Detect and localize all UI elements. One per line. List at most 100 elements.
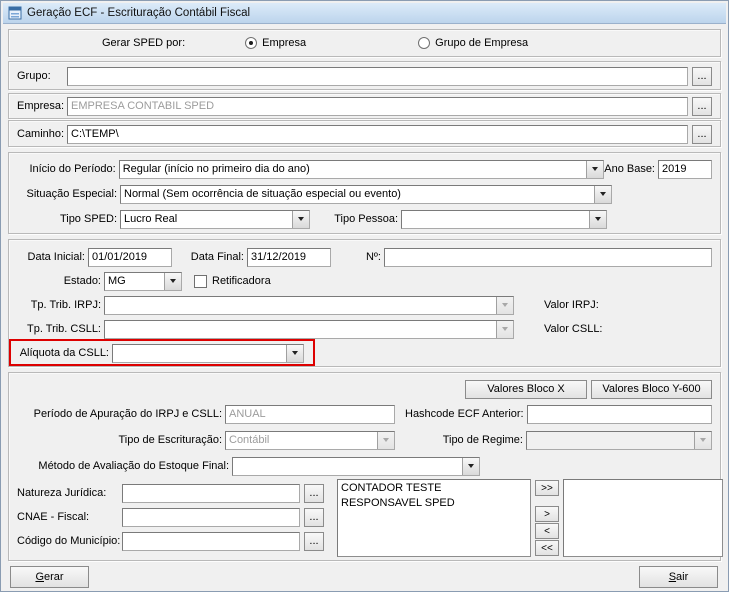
chevron-down-icon: [383, 438, 389, 442]
empresa-input[interactable]: [67, 96, 688, 116]
tp-trib-csll-value: [105, 321, 496, 338]
chevron-down-icon: [502, 327, 508, 331]
radio-empresa[interactable]: [245, 37, 258, 49]
tp-trib-irpj-select[interactable]: [104, 295, 514, 315]
tipo-escrituracao-drop-button[interactable]: [377, 431, 394, 449]
municipio-input[interactable]: [122, 531, 300, 551]
transfer-one-right-button[interactable]: >: [535, 506, 559, 522]
list-item[interactable]: CONTADOR TESTE: [339, 481, 529, 496]
aliquota-csll-select[interactable]: [112, 343, 304, 363]
natureza-juridica-label: Natureza Jurídica:: [17, 487, 107, 499]
tp-trib-csll-label: Tp. Trib. CSLL:: [27, 323, 101, 335]
tp-trib-csll-drop-button[interactable]: [496, 320, 513, 338]
responsaveis-selecionados-list[interactable]: [563, 479, 723, 557]
inicio-periodo-select[interactable]: Regular (início no primeiro dia do ano): [118, 159, 605, 179]
chevron-down-icon: [292, 351, 298, 355]
tipo-sped-drop-button[interactable]: [292, 210, 309, 228]
empresa-browse-button[interactable]: ...: [692, 96, 712, 116]
radio-grupo-de-empresa[interactable]: [418, 37, 431, 49]
chevron-down-icon: [502, 303, 508, 307]
aliquota-csll-label: Alíquota da CSLL:: [19, 347, 109, 359]
situacao-especial-select[interactable]: Normal (Sem ocorrência de situação espec…: [120, 184, 612, 204]
gerar-button-label: Gerar: [35, 571, 64, 583]
responsaveis-list[interactable]: CONTADOR TESTE RESPONSAVEL SPED: [337, 479, 531, 557]
chevron-down-icon: [468, 464, 474, 468]
retificadora-checkbox[interactable]: [194, 274, 207, 288]
data-final-label: Data Final:: [190, 251, 244, 263]
municipio-browse-button[interactable]: ...: [304, 531, 324, 551]
cnae-input[interactable]: [122, 507, 300, 527]
municipio-label: Código do Município:: [17, 535, 121, 547]
cnae-row: CNAE - Fiscal: ...: [17, 507, 332, 527]
data-final-input[interactable]: [247, 247, 331, 267]
metodo-estoque-select[interactable]: [232, 456, 480, 476]
tipo-pessoa-drop-button[interactable]: [589, 210, 606, 228]
section-grupo: Grupo: ...: [8, 61, 721, 90]
section-gerar-sped-por: Gerar SPED por: Empresa Grupo de Empresa: [8, 29, 721, 57]
hashcode-input[interactable]: [526, 404, 712, 424]
tp-trib-irpj-label: Tp. Trib. IRPJ:: [30, 299, 101, 311]
periodo-apuracao-label: Período de Apuração do IRPJ e CSLL:: [33, 408, 222, 420]
caminho-input[interactable]: [67, 124, 688, 144]
tp-trib-irpj-row: Tp. Trib. IRPJ: Valor IRPJ:: [17, 295, 712, 315]
caminho-label: Caminho:: [17, 128, 65, 140]
valores-bloco-row: Valores Bloco X Valores Bloco Y-600: [17, 379, 712, 399]
estado-drop-button[interactable]: [164, 272, 181, 290]
tipo-sped-row: Tipo SPED: Lucro Real Tipo Pessoa:: [17, 209, 712, 229]
gerar-sped-por-label: Gerar SPED por:: [102, 37, 186, 49]
metodo-estoque-drop-button[interactable]: [462, 457, 479, 475]
section-periodo: Início do Período: Regular (início no pr…: [8, 152, 721, 234]
empresa-row: Empresa: ...: [17, 96, 712, 116]
natureza-juridica-browse-button[interactable]: ...: [304, 483, 324, 503]
transfer-all-left-button[interactable]: <<: [535, 540, 559, 556]
radio-empresa-label: Empresa: [262, 37, 307, 49]
tp-trib-csll-select[interactable]: [104, 319, 514, 339]
ano-base-input[interactable]: [658, 159, 712, 179]
transfer-one-left-button[interactable]: <: [535, 523, 559, 539]
list-item[interactable]: RESPONSAVEL SPED: [339, 496, 529, 511]
inicio-periodo-row: Início do Período: Regular (início no pr…: [17, 159, 712, 179]
section-empresa: Empresa: ...: [8, 93, 721, 119]
grupo-input[interactable]: [67, 66, 688, 86]
valores-bloco-x-button[interactable]: Valores Bloco X: [465, 379, 587, 399]
cnae-label: CNAE - Fiscal:: [17, 511, 90, 523]
aliquota-csll-drop-button[interactable]: [286, 344, 303, 362]
inicio-periodo-value: Regular (início no primeiro dia do ano): [122, 163, 310, 175]
cnae-browse-button[interactable]: ...: [304, 507, 324, 527]
tp-trib-irpj-drop-button[interactable]: [496, 296, 513, 314]
caminho-browse-button[interactable]: ...: [692, 124, 712, 144]
natureza-juridica-input[interactable]: [122, 483, 300, 503]
grupo-label: Grupo:: [17, 70, 51, 82]
tipo-escrituracao-select[interactable]: Contábil: [225, 430, 395, 450]
tipo-regime-label: Tipo de Regime:: [442, 434, 523, 446]
estado-select[interactable]: MG: [104, 271, 182, 291]
ecf-window: Geração ECF - Escrituração Contábil Fisc…: [0, 0, 729, 592]
situacao-especial-value: Normal (Sem ocorrência de situação espec…: [124, 188, 401, 200]
tipo-sped-select[interactable]: Lucro Real: [120, 209, 310, 229]
situacao-especial-drop-button[interactable]: [594, 185, 611, 203]
gerar-button[interactable]: Gerar: [10, 566, 89, 588]
aliquota-csll-value: [113, 345, 286, 362]
sair-button[interactable]: Sair: [639, 566, 718, 588]
grupo-browse-button[interactable]: ...: [692, 66, 712, 86]
data-inicial-input[interactable]: [88, 247, 172, 267]
situacao-especial-row: Situação Especial: Normal (Sem ocorrênci…: [17, 184, 712, 204]
valores-bloco-y-button[interactable]: Valores Bloco Y-600: [591, 379, 712, 399]
tipo-regime-drop-button[interactable]: [694, 431, 711, 449]
tipo-pessoa-select[interactable]: [401, 209, 607, 229]
periodo-apuracao-input[interactable]: [225, 404, 395, 424]
tipo-escrituracao-row: Tipo de Escrituração: Contábil Tipo de R…: [17, 430, 712, 450]
grupo-row: Grupo: ...: [17, 66, 712, 86]
data-inicial-label: Data Inicial:: [27, 251, 85, 263]
tipo-sped-value: Lucro Real: [124, 213, 178, 225]
transfer-all-right-button[interactable]: >>: [535, 480, 559, 496]
periodo-apuracao-row: Período de Apuração do IRPJ e CSLL: Hash…: [17, 404, 712, 424]
tipo-regime-select[interactable]: [526, 430, 712, 450]
tipo-escrituracao-label: Tipo de Escrituração:: [118, 434, 222, 446]
gerar-sped-por-row: Gerar SPED por: Empresa Grupo de Empresa: [17, 33, 712, 53]
tipo-pessoa-value: [402, 211, 589, 228]
section-caminho: Caminho: ...: [8, 120, 721, 147]
metodo-estoque-label: Método de Avaliação do Estoque Final:: [38, 460, 229, 472]
inicio-periodo-drop-button[interactable]: [586, 160, 604, 178]
numero-input[interactable]: [384, 247, 712, 267]
